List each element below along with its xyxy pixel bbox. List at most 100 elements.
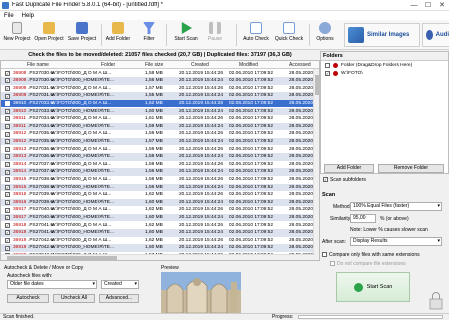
table-row[interactable]: ✓ 36913 .PS27036.w W:\FOTO\000_НОМЕ\Я\ТЕ...… xyxy=(1,153,319,161)
folder-item[interactable]: Folder (Drag&Drop Folders Here) xyxy=(321,61,448,69)
row-checkbox[interactable]: ✓ xyxy=(5,237,10,243)
scan-subfolders-checkbox[interactable]: ✓ xyxy=(323,177,328,182)
table-row[interactable]: ✓ 36918 .PS27041.w W:\FOTO\000_НОМЕ\Я\ТЕ...… xyxy=(1,229,319,237)
similar-images-button[interactable]: Similar Images xyxy=(344,23,420,47)
similarity-input[interactable]: 95,00 xyxy=(350,214,376,223)
table-row[interactable]: ✓ 36917 .PS27040.w W:\FOTO\000_Д О М А Ш...… xyxy=(1,206,319,214)
row-checkbox[interactable]: ✓ xyxy=(5,161,10,167)
row-checkbox[interactable]: ✓ xyxy=(5,192,10,198)
folder-item[interactable]: ✓ W:\FOTO\ xyxy=(321,69,448,77)
table-row[interactable]: ✓ 36919 .PS27042.w W:\FOTO\000_Д О М А Ш...… xyxy=(1,236,319,245)
filter-button[interactable]: Filter xyxy=(138,22,160,49)
row-checkbox[interactable]: ✓ xyxy=(5,139,10,145)
compare-same-ext-checkbox[interactable] xyxy=(322,252,327,257)
table-row[interactable]: ✓ 36918 .PS27041.w W:\FOTO\000_Д О М А Ш...… xyxy=(1,221,319,230)
row-checkbox[interactable]: ✓ xyxy=(5,199,10,205)
autocheck-attr-select[interactable]: Created ▾ xyxy=(101,280,139,289)
open-project-button[interactable]: Open Project xyxy=(33,22,65,49)
row-checkbox[interactable]: ✓ xyxy=(5,131,10,137)
row-checkbox[interactable]: ✓ xyxy=(5,85,10,91)
scroll-thumb[interactable] xyxy=(7,256,117,260)
table-row[interactable]: ✓ 36915 .PS27038.w W:\FOTO\000_Д О М А Ш...… xyxy=(1,175,319,184)
table-row[interactable]: ✓ 36914 .PS27037.w W:\FOTO\000_НОМЕ\Я\ТЕ...… xyxy=(1,168,319,176)
autocheck-button[interactable]: Autocheck xyxy=(7,294,49,303)
autocheck-criteria-select[interactable]: Older file dates ▾ xyxy=(7,280,97,289)
row-checkbox[interactable]: ✓ xyxy=(5,169,10,175)
col-created[interactable]: Created xyxy=(191,62,209,68)
minimize-button[interactable]: — xyxy=(407,2,421,9)
table-row[interactable]: ✓ 36915 .PS27038.w W:\FOTO\000_НОМЕ\Я\ТЕ...… xyxy=(1,183,319,192)
col-accessed[interactable]: Accessed xyxy=(289,62,311,68)
row-checkbox[interactable]: ✓ xyxy=(5,108,10,114)
menu-help[interactable]: Help xyxy=(22,13,34,19)
vertical-scrollbar[interactable] xyxy=(313,69,319,260)
advanced-button[interactable]: Advanced... xyxy=(99,294,139,303)
table-row[interactable]: ✓ 36916 .PS27039.w W:\FOTO\000_Д О М А Ш...… xyxy=(1,191,319,199)
pause-button[interactable]: Pause xyxy=(204,22,226,49)
after-scan-select[interactable]: Display Results ▾ xyxy=(350,237,442,246)
table-row[interactable]: ✓ 36913 .PS27036.w W:\FOTO\000_Д О М А Ш...… xyxy=(1,145,319,154)
row-checkbox[interactable]: ✓ xyxy=(5,93,10,99)
table-row[interactable]: ✓ 36912 .PS27035.w W:\FOTO\000_Д О М А Ш...… xyxy=(1,130,319,138)
table-row[interactable]: ✓ 36909 .PS27031.w W:\FOTO\000_Д О М А Ш...… xyxy=(1,84,319,93)
modified-cell: 02.06.2010 17:09:52 xyxy=(229,131,274,137)
col-folder[interactable]: Folder xyxy=(101,62,115,68)
table-row[interactable]: ✓ 36909 .PS27031.w W:\FOTO\000_НОМЕ\Я\ТЕ...… xyxy=(1,92,319,100)
row-checkbox[interactable]: ✓ xyxy=(5,207,10,213)
scroll-thumb[interactable] xyxy=(315,75,319,95)
table-row[interactable]: ✓ 36912 .PS27035.w W:\FOTO\000_НОМЕ\Я\ТЕ...… xyxy=(1,137,319,146)
add-folder-button-panel[interactable]: Add Folder xyxy=(324,164,374,173)
close-button[interactable]: ✕ xyxy=(435,1,449,9)
similar-audio-button[interactable]: Audi xyxy=(422,23,449,47)
quick-check-button[interactable]: Quick Check xyxy=(273,22,305,49)
modified-cell: 02.06.2010 17:09:52 xyxy=(229,176,274,182)
table-row[interactable]: ✓ 36917 .PS27040.w W:\FOTO\000_НОМЕ\Я\ТЕ...… xyxy=(1,213,319,222)
col-file-name[interactable]: File name xyxy=(27,62,49,68)
file-name-rest: .PS27031.w xyxy=(28,85,54,91)
method-select[interactable]: 100% Equal Files (faster) ▾ xyxy=(350,202,442,211)
remove-folder-button[interactable]: Remove Folder xyxy=(378,164,444,173)
row-checkbox[interactable]: ✓ xyxy=(5,70,10,76)
row-checkbox[interactable]: ✓ xyxy=(5,78,10,84)
table-row[interactable]: ✓ 36916 .PS27039.w W:\FOTO\000_НОМЕ\Я\ТЕ...… xyxy=(1,198,319,207)
row-checkbox[interactable]: ✓ xyxy=(5,123,10,129)
accessed-cell: 28.05.2020 xyxy=(289,184,314,190)
auto-check-button[interactable]: Auto Check xyxy=(240,22,272,49)
toolbar-separator xyxy=(236,24,237,46)
start-scan-big-button[interactable]: Start Scan xyxy=(336,272,410,302)
options-button[interactable]: Options xyxy=(313,22,337,49)
folder-checkbox[interactable]: ✓ xyxy=(325,70,330,76)
window-title: Fast Duplicate File Finder 5.8.0.1 (64-b… xyxy=(12,2,163,8)
col-file-size[interactable]: File size xyxy=(145,62,163,68)
row-checkbox[interactable]: ✓ xyxy=(5,230,10,236)
col-modified[interactable]: Modified xyxy=(239,62,258,68)
row-checkbox[interactable]: ✓ xyxy=(5,215,10,221)
row-checkbox[interactable]: ✓ xyxy=(5,101,10,107)
row-checkbox[interactable]: ✓ xyxy=(5,222,10,228)
start-scan-button[interactable]: Start Scan xyxy=(172,22,200,49)
new-project-button[interactable]: New Project xyxy=(2,22,32,49)
table-row[interactable]: ✓ 36919 .PS27042.w W:\FOTO\000_НОМЕ\Я\ТЕ...… xyxy=(1,244,319,252)
row-checkbox[interactable]: ✓ xyxy=(5,177,10,183)
table-row[interactable]: ✓ 36910 .PS27033.w W:\FOTO\000_Д О М А Ш...… xyxy=(1,99,319,108)
table-row[interactable]: ✓ 36911 .PS27034.w W:\FOTO\000_Д О М А Ш...… xyxy=(1,115,319,123)
folder-checkbox[interactable] xyxy=(325,62,330,68)
uncheck-all-button[interactable]: Uncheck All xyxy=(53,294,95,303)
row-checkbox[interactable]: ✓ xyxy=(5,245,10,251)
row-checkbox[interactable]: ✓ xyxy=(5,146,10,152)
table-row[interactable]: ✓ 36908 .PS27030.w W:\FOTO\000_НОМЕ\Я\ТЕ...… xyxy=(1,77,319,85)
table-row[interactable]: ✓ 36910 .PS27033.w W:\FOTO\000_НОМЕ\Я\ТЕ...… xyxy=(1,107,319,116)
add-folder-button[interactable]: Add Folder xyxy=(104,22,132,49)
table-row[interactable]: ✓ 36914 .PS27037.w W:\FOTO\000_Д О М А Ш...… xyxy=(1,160,319,169)
table-row[interactable]: ✓ 36911 .PS27034.w W:\FOTO\000_НОМЕ\Я\ТЕ...… xyxy=(1,122,319,131)
menu-file[interactable]: File xyxy=(4,13,14,19)
save-project-button[interactable]: Save Project xyxy=(66,22,98,49)
maximize-button[interactable]: ☐ xyxy=(421,1,435,9)
row-checkbox[interactable]: ✓ xyxy=(5,116,10,122)
horizontal-scrollbar[interactable] xyxy=(1,254,315,260)
results-table[interactable]: File name Folder File size Created Modif… xyxy=(0,60,320,261)
table-row[interactable]: ✓ 36908 .PS27030.w W:\FOTO\000_Д О М А Ш...… xyxy=(1,69,319,78)
row-checkbox[interactable]: ✓ xyxy=(5,184,10,190)
file-name-prefix: 36918 xyxy=(13,230,27,236)
row-checkbox[interactable]: ✓ xyxy=(5,154,10,160)
